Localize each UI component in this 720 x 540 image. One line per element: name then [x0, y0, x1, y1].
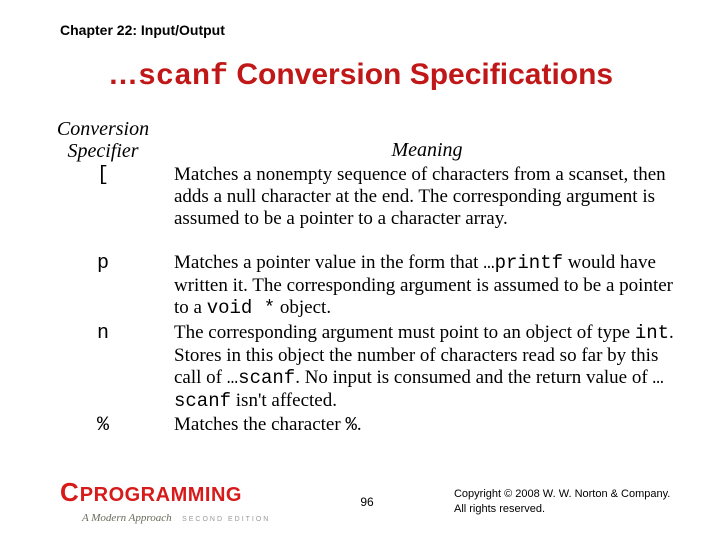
spec-bracket: [: [38, 164, 168, 252]
book-logo: CPROGRAMMING A Modern Approach SECOND ED…: [60, 477, 280, 526]
meaning-p: Matches a pointer value in the form that…: [174, 252, 680, 322]
column-specifier: Conversion Specifier [ p n %: [38, 118, 168, 438]
chapter-label: Chapter 22: Input/Output: [60, 22, 225, 38]
meaning-n: The corresponding argument must point to…: [174, 322, 680, 414]
spec-p: p: [38, 252, 168, 322]
logo-subtitle: A Modern Approach: [82, 512, 172, 524]
copyright-line2: All rights reserved.: [454, 502, 684, 516]
page-number: 96: [360, 495, 373, 509]
slide-title: …scanf Conversion Specifications: [108, 58, 613, 94]
conversion-table: Conversion Specifier [ p n % Meaning Mat…: [38, 118, 680, 438]
header-meaning: Meaning: [174, 118, 680, 162]
title-rest: Conversion Specifications: [228, 58, 613, 91]
copyright: Copyright © 2008 W. W. Norton & Company.…: [454, 487, 684, 516]
footer: CPROGRAMMING A Modern Approach SECOND ED…: [60, 477, 684, 526]
header-specifier: Conversion Specifier: [38, 118, 168, 162]
spec-percent: %: [38, 414, 168, 438]
spec-n: n: [38, 322, 168, 414]
logo-programming: PROGRAMMING: [80, 484, 242, 507]
title-prefix: …: [108, 58, 138, 91]
meaning-percent: Matches the character %.: [174, 414, 680, 438]
meaning-bracket: Matches a nonempty sequence of character…: [174, 164, 680, 252]
column-meaning: Meaning Matches a nonempty sequence of c…: [168, 118, 680, 438]
title-mono: scanf: [138, 60, 228, 94]
copyright-line1: Copyright © 2008 W. W. Norton & Company.: [454, 487, 684, 501]
logo-c-letter: C: [60, 477, 79, 508]
logo-edition: SECOND EDITION: [182, 516, 270, 523]
